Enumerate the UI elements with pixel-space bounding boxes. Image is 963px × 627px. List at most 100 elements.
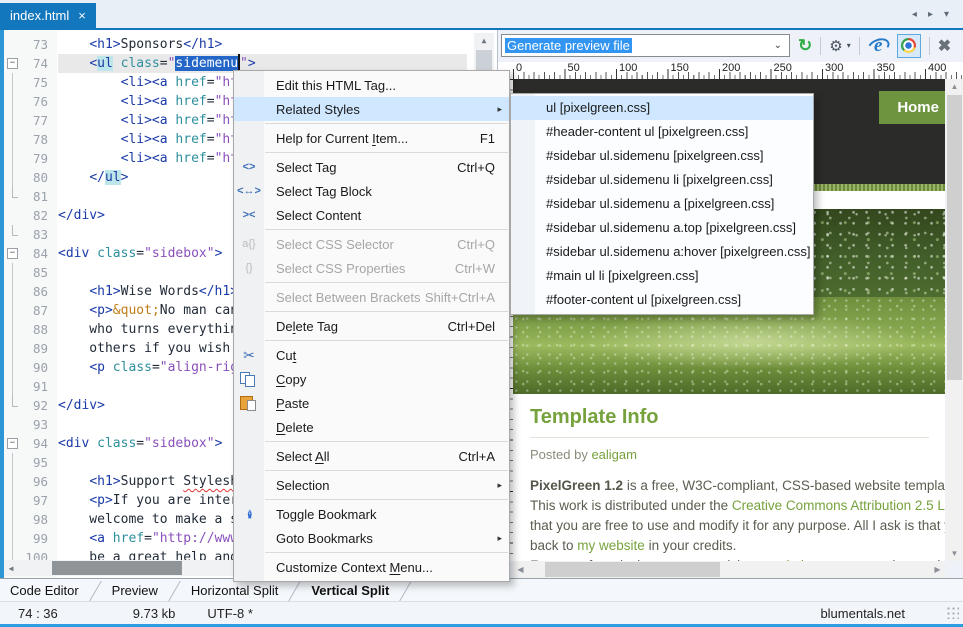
preview-vertical-scrollbar[interactable]: ▲ ▼ bbox=[946, 79, 963, 561]
site-text: is a free, W3C-compliant, CSS-based webs… bbox=[623, 478, 945, 493]
scroll-left-icon[interactable]: ◀ bbox=[4, 564, 18, 573]
context-menu-item[interactable]: Select Between BracketsShift+Ctrl+A bbox=[234, 285, 509, 309]
fold-marker-icon[interactable] bbox=[4, 434, 19, 453]
resize-grip[interactable] bbox=[946, 606, 959, 619]
editor-gutter: 7374757677787980818283848586878889909192… bbox=[4, 30, 57, 578]
context-menu-item[interactable]: Delete TagCtrl+Del bbox=[234, 314, 509, 338]
view-tab-code-editor[interactable]: Code Editor bbox=[0, 583, 79, 598]
context-menu-item[interactable]: Selection▸ bbox=[234, 473, 509, 497]
submenu-item[interactable]: #header-content ul [pixelgreen.css] bbox=[511, 120, 813, 144]
gear-icon[interactable]: ⚙ bbox=[829, 37, 842, 55]
context-menu-item[interactable]: ><Select Content bbox=[234, 203, 509, 227]
context-menu-item[interactable]: {}Select CSS PropertiesCtrl+W bbox=[234, 256, 509, 280]
close-preview-icon[interactable]: ✖ bbox=[938, 36, 951, 56]
menu-shortcut: Ctrl+A bbox=[459, 449, 509, 464]
fold-line bbox=[4, 187, 19, 206]
site-text: PixelGreen 1.2 bbox=[530, 478, 623, 493]
template-info-title: Template Info bbox=[530, 406, 945, 428]
gear-dropdown-icon[interactable]: ▾ bbox=[847, 41, 851, 50]
submenu-item[interactable]: #footer-content ul [pixelgreen.css] bbox=[511, 288, 813, 312]
toolbar-separator bbox=[820, 37, 821, 55]
fold-marker-icon[interactable] bbox=[4, 54, 19, 73]
template-info-section: Template Info Posted by ealigam PixelGre… bbox=[513, 394, 945, 561]
select-content-icon: >< bbox=[234, 203, 264, 227]
internet-explorer-icon[interactable]: e bbox=[868, 35, 889, 56]
context-menu-item[interactable]: ✂Cut bbox=[234, 343, 509, 367]
context-menu-item[interactable]: Paste bbox=[234, 391, 509, 415]
blank-icon bbox=[234, 126, 264, 150]
submenu-item[interactable]: #main ul li [pixelgreen.css] bbox=[511, 264, 813, 288]
preview-vscroll-thumb[interactable] bbox=[947, 95, 962, 380]
tab-close-icon[interactable]: × bbox=[78, 8, 86, 23]
tab-nav-arrow-icon[interactable]: ◂ bbox=[912, 9, 917, 20]
submenu-item[interactable]: #sidebar ul.sidemenu [pixelgreen.css] bbox=[511, 144, 813, 168]
submenu-item[interactable]: #sidebar ul.sidemenu a [pixelgreen.css] bbox=[511, 192, 813, 216]
context-menu-item[interactable]: <>Select TagCtrl+Q bbox=[234, 155, 509, 179]
scroll-down-icon[interactable]: ▼ bbox=[946, 546, 963, 561]
line-number: 99 bbox=[19, 531, 57, 546]
fold-line bbox=[4, 92, 19, 111]
paragraph-line: back to my website in your credits. bbox=[530, 536, 945, 556]
menu-item-label: Edit this HTML Tag... bbox=[264, 78, 509, 93]
context-menu-item[interactable]: Customize Context Menu... bbox=[234, 555, 509, 579]
submenu-item[interactable]: #sidebar ul.sidemenu a.top [pixelgreen.c… bbox=[511, 216, 813, 240]
menu-item-label: Select Between Brackets bbox=[264, 290, 425, 305]
preview-hscroll-thumb[interactable] bbox=[545, 562, 720, 577]
gutter-row: 73 bbox=[4, 35, 57, 54]
refresh-icon[interactable]: ↻ bbox=[798, 36, 812, 56]
fold-marker-icon[interactable] bbox=[4, 244, 19, 263]
context-menu-item[interactable]: Related Styles▸ bbox=[234, 97, 509, 121]
context-menu-item[interactable]: Help for Current Item...F1 bbox=[234, 126, 509, 150]
menu-shortcut: F1 bbox=[480, 131, 509, 146]
gutter-row: 77 bbox=[4, 111, 57, 130]
view-tab-vertical-split[interactable]: Vertical Split bbox=[301, 583, 389, 598]
context-menu-item[interactable]: Delete bbox=[234, 415, 509, 439]
related-styles-submenu: ul [pixelgreen.css]#header-content ul [p… bbox=[510, 93, 814, 315]
gutter-row: 84 bbox=[4, 244, 57, 263]
view-tab-horizontal-split[interactable]: Horizontal Split bbox=[181, 583, 278, 598]
submenu-item[interactable]: #sidebar ul.sidemenu a:hover [pixelgreen… bbox=[511, 240, 813, 264]
chevron-down-icon[interactable]: ⌄ bbox=[774, 40, 782, 51]
cut-icon: ✂ bbox=[234, 343, 264, 367]
scroll-up-icon[interactable]: ▲ bbox=[474, 33, 494, 48]
context-menu-item[interactable]: <↔>Select Tag Block bbox=[234, 179, 509, 203]
context-menu: Edit this HTML Tag... Related Styles▸ Help… bbox=[233, 70, 510, 582]
tab-nav-arrow-icon[interactable]: ▾ bbox=[944, 9, 949, 20]
preview-horizontal-scrollbar[interactable]: ◀ ▶ bbox=[513, 561, 945, 578]
site-link[interactable]: Creative Commons Attribution 2.5 License… bbox=[732, 498, 945, 513]
paragraph-line: This work is distributed under the Creat… bbox=[530, 496, 945, 516]
scroll-right-icon[interactable]: ▶ bbox=[930, 561, 945, 578]
site-text: in your credits. bbox=[645, 538, 737, 553]
submenu-item[interactable]: #sidebar ul.sidemenu li [pixelgreen.css] bbox=[511, 168, 813, 192]
gutter-row: 96 bbox=[4, 472, 57, 491]
context-menu-item[interactable]: Edit this HTML Tag... bbox=[234, 73, 509, 97]
context-menu-item[interactable]: ✒Toggle Bookmark bbox=[234, 502, 509, 526]
tab-separator bbox=[89, 581, 102, 601]
tab-nav-arrow-icon[interactable]: ▸ bbox=[928, 9, 933, 20]
context-menu-item[interactable]: a{}Select CSS SelectorCtrl+Q bbox=[234, 232, 509, 256]
chrome-browser-button[interactable] bbox=[897, 34, 921, 58]
context-menu-item[interactable]: Goto Bookmarks▸ bbox=[234, 526, 509, 550]
site-link[interactable]: my website bbox=[577, 538, 645, 553]
tab-separator bbox=[400, 581, 413, 601]
menu-shortcut: Ctrl+Del bbox=[448, 319, 509, 334]
document-tab[interactable]: index.html × bbox=[0, 3, 96, 28]
context-menu-item[interactable]: Copy bbox=[234, 367, 509, 391]
menu-item-label: Customize Context Menu... bbox=[264, 560, 509, 575]
site-link[interactable]: ealigam bbox=[591, 447, 637, 462]
site-home-button[interactable]: Home bbox=[879, 91, 945, 124]
line-number: 74 bbox=[19, 56, 57, 71]
submenu-item[interactable]: ul [pixelgreen.css] bbox=[511, 96, 813, 120]
line-number: 77 bbox=[19, 113, 57, 128]
menu-item-label: Select CSS Selector bbox=[264, 237, 457, 252]
view-tab-preview[interactable]: Preview bbox=[102, 583, 158, 598]
gutter-row: 76 bbox=[4, 92, 57, 111]
tab-separator bbox=[289, 581, 302, 601]
preview-source-select[interactable]: Generate preview file ⌄ bbox=[501, 34, 790, 57]
editor-hscroll-thumb[interactable] bbox=[52, 561, 182, 575]
context-menu-item[interactable]: Select AllCtrl+A bbox=[234, 444, 509, 468]
document-tabbar: index.html × ◂ ▸ ▾ bbox=[0, 0, 963, 30]
select-tag-icon: <> bbox=[234, 155, 264, 179]
scroll-left-icon[interactable]: ◀ bbox=[513, 561, 528, 578]
scroll-up-icon[interactable]: ▲ bbox=[946, 79, 963, 94]
